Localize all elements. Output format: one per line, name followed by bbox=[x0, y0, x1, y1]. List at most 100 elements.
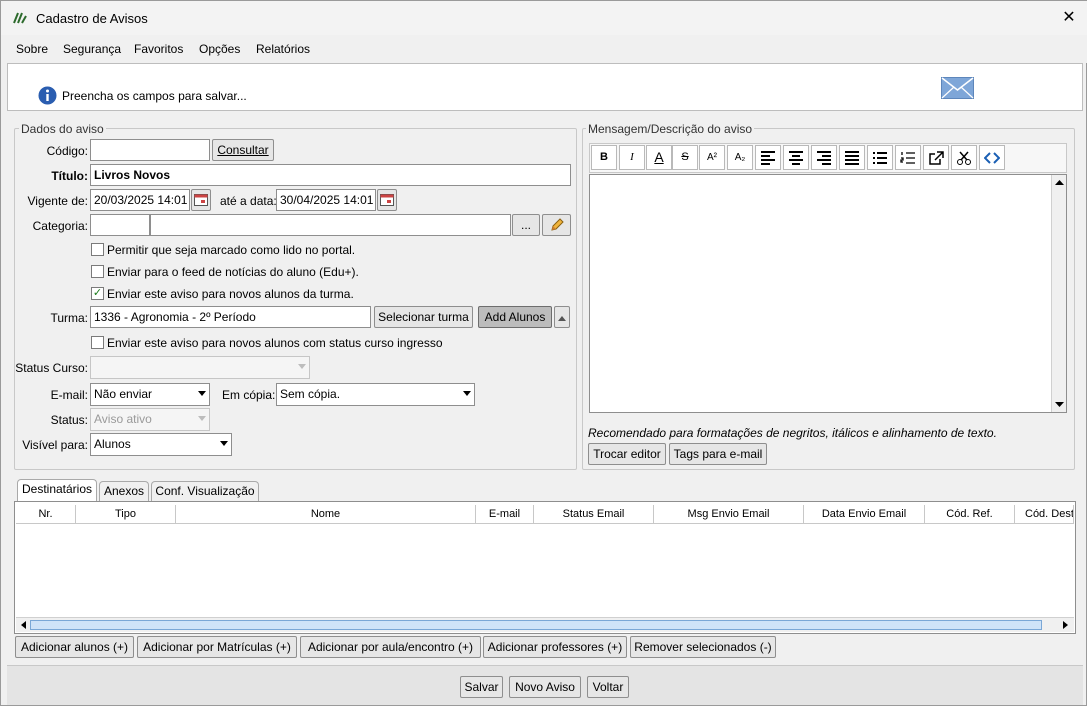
add-alunos-button[interactable]: Add Alunos bbox=[478, 306, 552, 328]
check-status-ingresso-label: Enviar este aviso para novos alunos com … bbox=[107, 336, 443, 350]
check-lido-portal-label: Permitir que seja marcado como lido no p… bbox=[107, 243, 356, 257]
menu-relatorios[interactable]: Relatórios bbox=[256, 42, 310, 56]
codigo-input[interactable] bbox=[90, 139, 210, 161]
close-icon[interactable]: ✕ bbox=[1059, 7, 1079, 27]
scroll-right-icon bbox=[1063, 621, 1068, 629]
status-curso-select[interactable] bbox=[90, 356, 310, 379]
col-tipo[interactable]: Tipo bbox=[76, 505, 176, 524]
window-title: Cadastro de Avisos bbox=[36, 11, 148, 26]
align-center-button[interactable] bbox=[783, 145, 809, 170]
col-nr[interactable]: Nr. bbox=[16, 505, 76, 524]
check-novos-alunos[interactable]: ✓ bbox=[91, 287, 104, 300]
external-link-icon bbox=[929, 151, 944, 165]
scroll-thumb[interactable] bbox=[30, 620, 1042, 630]
tab-destinatarios[interactable]: Destinatários bbox=[17, 479, 97, 502]
numbered-list-button[interactable] bbox=[895, 145, 921, 170]
email-value: Não enviar bbox=[94, 387, 153, 401]
visivel-label: Visível para: bbox=[22, 438, 88, 452]
source-code-button[interactable] bbox=[979, 145, 1005, 170]
font-color-button[interactable]: A bbox=[646, 145, 672, 170]
titulo-input[interactable]: Livros Novos bbox=[90, 164, 571, 186]
info-message: Preencha os campos para salvar... bbox=[62, 89, 247, 103]
visivel-select[interactable]: Alunos bbox=[90, 433, 232, 456]
message-editor-area[interactable] bbox=[589, 174, 1067, 413]
email-select[interactable]: Não enviar bbox=[90, 383, 210, 406]
col-nome[interactable]: Nome bbox=[176, 505, 476, 524]
scissors-icon bbox=[957, 151, 971, 165]
col-msg-envio-email[interactable]: Msg Envio Email bbox=[654, 505, 804, 524]
adicionar-alunos-button[interactable]: Adicionar alunos (+) bbox=[15, 636, 134, 658]
bullet-list-button[interactable] bbox=[867, 145, 893, 170]
vigente-calendar-button[interactable] bbox=[191, 189, 211, 211]
adicionar-matriculas-button[interactable]: Adicionar por Matrículas (+) bbox=[137, 636, 297, 658]
adicionar-aula-encontro-button[interactable]: Adicionar por aula/encontro (+) bbox=[300, 636, 481, 658]
col-cod-dest[interactable]: Cód. Dest bbox=[1015, 505, 1074, 524]
status-select[interactable]: Aviso ativo bbox=[90, 408, 210, 431]
emcopia-select[interactable]: Sem cópia. bbox=[276, 383, 475, 406]
codigo-label: Código: bbox=[46, 144, 88, 158]
bullet-list-icon bbox=[873, 152, 887, 164]
align-left-button[interactable] bbox=[755, 145, 781, 170]
scroll-up-icon bbox=[1055, 180, 1064, 185]
superscript-button[interactable]: A² bbox=[699, 145, 725, 170]
tab-anexos[interactable]: Anexos bbox=[99, 481, 149, 501]
align-right-button[interactable] bbox=[811, 145, 837, 170]
titulo-label: Título: bbox=[51, 169, 88, 183]
info-icon bbox=[38, 86, 57, 105]
status-label: Status: bbox=[50, 413, 88, 427]
categoria-edit-button[interactable] bbox=[542, 214, 571, 236]
col-email[interactable]: E-mail bbox=[476, 505, 534, 524]
consultar-button[interactable]: Consultar bbox=[212, 139, 274, 161]
check-status-ingresso[interactable] bbox=[91, 336, 104, 349]
dados-aviso-legend: Dados do aviso bbox=[19, 122, 106, 136]
ate-label: até a data: bbox=[220, 194, 277, 208]
vigente-input[interactable]: 20/03/2025 14:01 bbox=[90, 189, 190, 211]
remover-selecionados-button[interactable]: Remover selecionados (-) bbox=[630, 636, 776, 658]
col-status-email[interactable]: Status Email bbox=[534, 505, 654, 524]
categoria-browse-button[interactable]: ... bbox=[512, 214, 540, 236]
dropdown-arrow-icon bbox=[220, 441, 228, 446]
menu-sobre[interactable]: Sobre bbox=[16, 42, 48, 56]
cut-button[interactable] bbox=[951, 145, 977, 170]
adicionar-professores-button[interactable]: Adicionar professores (+) bbox=[483, 636, 627, 658]
salvar-button[interactable]: Salvar bbox=[460, 676, 503, 698]
bold-button[interactable]: B bbox=[591, 145, 617, 170]
menu-favoritos[interactable]: Favoritos bbox=[134, 42, 183, 56]
justify-icon bbox=[845, 151, 859, 165]
col-data-envio-email[interactable]: Data Envio Email bbox=[804, 505, 925, 524]
grid-horizontal-scrollbar[interactable] bbox=[16, 617, 1074, 632]
tags-email-button[interactable]: Tags para e-mail bbox=[669, 443, 767, 465]
check-feed-noticias[interactable] bbox=[91, 265, 104, 278]
categoria-code-input[interactable] bbox=[90, 214, 150, 236]
ate-input[interactable]: 30/04/2025 14:01 bbox=[276, 189, 376, 211]
editor-hint: Recomendado para formatações de negritos… bbox=[588, 426, 997, 440]
col-cod-ref[interactable]: Cód. Ref. bbox=[925, 505, 1015, 524]
selecionar-turma-button[interactable]: Selecionar turma bbox=[374, 306, 473, 328]
align-center-icon bbox=[789, 151, 803, 165]
app-logo-icon bbox=[13, 12, 27, 24]
turma-input[interactable]: 1336 - Agronomia - 2º Período bbox=[90, 306, 371, 328]
scroll-left-icon bbox=[21, 621, 26, 629]
voltar-button[interactable]: Voltar bbox=[587, 676, 629, 698]
align-left-icon bbox=[761, 151, 775, 165]
editor-scrollbar[interactable] bbox=[1051, 175, 1066, 412]
subscript-button[interactable]: A₂ bbox=[727, 145, 753, 170]
novo-aviso-button[interactable]: Novo Aviso bbox=[509, 676, 581, 698]
strikethrough-button[interactable]: S bbox=[672, 145, 698, 170]
check-lido-portal[interactable] bbox=[91, 243, 104, 256]
categoria-name-input[interactable] bbox=[150, 214, 511, 236]
vigente-label: Vigente de: bbox=[27, 194, 89, 208]
dropdown-arrow-icon bbox=[463, 391, 471, 396]
menu-seguranca[interactable]: Segurança bbox=[63, 42, 121, 56]
trocar-editor-button[interactable]: Trocar editor bbox=[588, 443, 666, 465]
open-external-button[interactable] bbox=[923, 145, 949, 170]
turma-scroll-up[interactable] bbox=[554, 306, 570, 328]
mail-envelope-icon bbox=[941, 77, 974, 99]
tab-conf-visualizacao[interactable]: Conf. Visualização bbox=[151, 481, 259, 501]
italic-button[interactable]: I bbox=[619, 145, 645, 170]
menu-opcoes[interactable]: Opções bbox=[199, 42, 240, 56]
calendar-icon bbox=[380, 194, 394, 206]
ate-calendar-button[interactable] bbox=[377, 189, 397, 211]
justify-button[interactable] bbox=[839, 145, 865, 170]
code-icon bbox=[983, 152, 1001, 164]
